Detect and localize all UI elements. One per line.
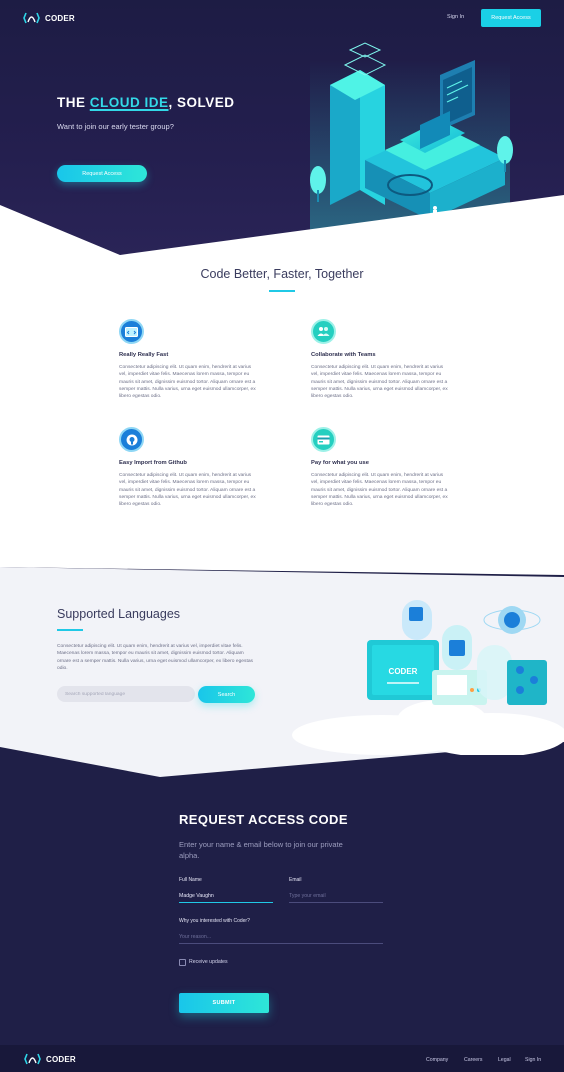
footer-link-signin[interactable]: Sign In [525, 1057, 541, 1063]
receive-updates-label[interactable]: Receive updates [189, 959, 228, 965]
header-brand: CODER [45, 13, 75, 23]
footer-logo[interactable]: CODER [24, 1052, 76, 1066]
coder-logo-icon [23, 11, 40, 25]
hero-title: THE CLOUD IDE, SOLVED [57, 95, 235, 110]
browser-code-icon [119, 319, 144, 344]
reason-input[interactable] [179, 930, 383, 944]
languages-description: Consectetur adipiscing elit. Ut quam eni… [57, 644, 253, 671]
languages-title: Supported Languages [57, 607, 181, 621]
github-icon [119, 427, 144, 452]
team-icon [311, 319, 336, 344]
email-input[interactable] [289, 889, 383, 903]
feature-description: Consectetur adipiscing elit. Ut quam eni… [119, 365, 256, 400]
footer-link-company[interactable]: Company [426, 1057, 448, 1063]
hero-subtitle: Want to join our early tester group? [57, 122, 174, 131]
full-name-label: Full Name [179, 877, 202, 883]
nav-request-access-button[interactable]: Request Access [481, 9, 541, 27]
features-title: Code Better, Faster, Together [200, 267, 364, 281]
feature-title: Collaborate with Teams [311, 352, 376, 358]
feature-title: Pay for what you use [311, 460, 369, 466]
languages-title-underline [57, 629, 83, 631]
feature-title: Easy Import from Github [119, 460, 187, 466]
payment-icon [311, 427, 336, 452]
cloud-coder-illustration: CODER [292, 600, 564, 755]
form-title: REQUEST ACCESS CODE [179, 812, 348, 827]
footer-link-legal[interactable]: Legal [498, 1057, 511, 1063]
feature-description: Consectetur adipiscing elit. Ut quam eni… [311, 365, 448, 400]
feature-description: Consectetur adipiscing elit. Ut quam eni… [311, 473, 448, 508]
coder-logo-icon [24, 1052, 41, 1066]
language-search-button[interactable]: Search [198, 686, 255, 703]
hero-request-access-button[interactable]: Request Access [57, 165, 147, 182]
receive-updates-checkbox[interactable] [179, 959, 186, 966]
art-brand-label: CODER [389, 667, 418, 676]
footer-link-careers[interactable]: Careers [464, 1057, 482, 1063]
email-label: Email [289, 877, 302, 883]
submit-button[interactable]: SUBMIT [179, 993, 269, 1013]
feature-description: Consectetur adipiscing elit. Ut quam eni… [119, 473, 256, 508]
full-name-input[interactable] [179, 889, 273, 903]
form-subtitle: Enter your name & email below to join ou… [179, 840, 343, 860]
features-title-underline [269, 290, 295, 292]
feature-title: Really Really Fast [119, 352, 169, 358]
hero-title-accent: CLOUD IDE [89, 95, 169, 110]
header-logo[interactable]: CODER [23, 11, 75, 25]
footer-brand: CODER [46, 1054, 76, 1064]
language-search-input[interactable] [57, 686, 195, 702]
nav-signin-link[interactable]: Sign In [447, 14, 464, 20]
reason-label: Why you interested with Coder? [179, 918, 250, 924]
